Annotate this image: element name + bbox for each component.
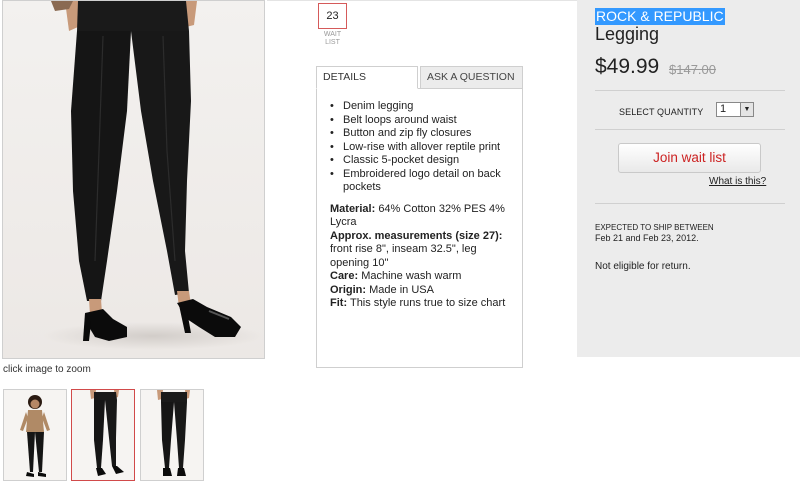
tab-ask-a-question[interactable]: ASK A QUESTION [420, 66, 523, 89]
list-item: Embroidered logo detail on back pockets [330, 168, 512, 195]
what-is-this-link[interactable]: What is this? [709, 176, 766, 187]
list-item: Low-rise with allover reptile print [330, 141, 512, 155]
thumbnail-legs-back-image [141, 390, 203, 480]
thumbnail-legs-front-image [72, 390, 134, 480]
quantity-select[interactable]: 1 ▼ [716, 102, 754, 117]
thumbnail-3[interactable] [140, 389, 204, 481]
quantity-value: 1 [720, 103, 727, 115]
spec-value: Machine wash warm [361, 270, 462, 282]
spec-list: Material: 64% Cotton 32% PES 4% Lycra Ap… [330, 203, 512, 311]
list-item: Classic 5-pocket design [330, 154, 512, 168]
list-item: Denim legging [330, 100, 512, 114]
thumbnail-1[interactable] [3, 389, 67, 481]
spec-value: front rise 8", inseam 32.5", leg opening… [330, 243, 477, 269]
spec-label: Care: [330, 270, 359, 282]
spec-value: This style runs true to size chart [349, 297, 506, 309]
sale-price: $49.99 [595, 55, 660, 78]
spec-value: Made in USA [369, 283, 434, 296]
details-panel: Denim legging Belt loops around waist Bu… [316, 88, 523, 368]
spec-label: Fit: [330, 297, 348, 309]
thumbnail-2[interactable] [71, 389, 135, 481]
product-tabs: DETAILS ASK A QUESTION [316, 66, 523, 89]
chevron-down-icon[interactable]: ▼ [740, 103, 753, 116]
spec-fit: Fit: This style runs true to size chart [330, 297, 512, 311]
wait-list-label: WAIT LIST [323, 31, 342, 46]
product-name: Legging [595, 24, 660, 44]
divider [595, 90, 785, 91]
purchase-panel [577, 0, 800, 357]
return-policy: Not eligible for return. [595, 261, 691, 272]
top-rule [267, 0, 577, 1]
spec-origin: Origin: Made in USA [330, 284, 512, 298]
details-bullet-list: Denim legging Belt loops around waist Bu… [330, 100, 512, 195]
original-price: $147.00 [669, 62, 716, 77]
brand-name[interactable]: ROCK & REPUBLIC [595, 8, 725, 25]
ship-window-label: EXPECTED TO SHIP BETWEEN [595, 223, 714, 232]
spec-label: Approx. measurements (size 27): [330, 229, 503, 242]
spec-material: Material: 64% Cotton 32% PES 4% Lycra [330, 203, 512, 230]
list-item: Belt loops around waist [330, 114, 512, 128]
main-product-image[interactable] [2, 0, 265, 359]
tab-details[interactable]: DETAILS [316, 66, 418, 89]
thumbnail-full-outfit-image [4, 390, 66, 480]
spec-label: Material: [330, 202, 376, 215]
spec-label: Origin: [330, 283, 367, 296]
join-wait-list-button[interactable]: Join wait list [618, 143, 761, 173]
spec-care: Care: Machine wash warm [330, 270, 512, 284]
quantity-label: SELECT QUANTITY [619, 107, 704, 117]
model-legging-image [3, 1, 264, 358]
wait-list-count: 23 [318, 3, 347, 29]
list-item: Button and zip fly closures [330, 127, 512, 141]
divider [595, 129, 785, 130]
ship-window-dates: Feb 21 and Feb 23, 2012. [595, 233, 699, 243]
spec-measurements: Approx. measurements (size 27): front ri… [330, 230, 512, 271]
zoom-hint: click image to zoom [3, 364, 91, 375]
divider [595, 203, 785, 204]
